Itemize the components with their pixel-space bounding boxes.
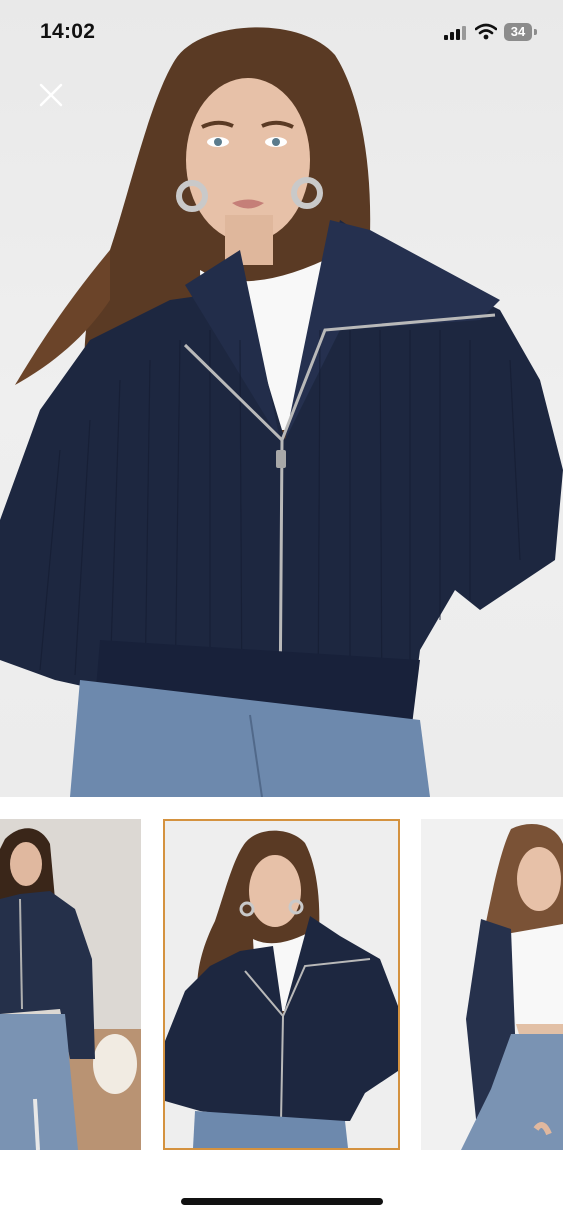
thumbnail-1[interactable] <box>0 819 141 1150</box>
status-time: 14:02 <box>40 20 96 43</box>
thumbnail-strip <box>0 797 563 1167</box>
wifi-icon <box>475 23 497 40</box>
product-photo-icon <box>0 27 563 797</box>
product-thumbnail-icon <box>165 821 398 1148</box>
product-main-image[interactable] <box>0 0 563 797</box>
close-button[interactable] <box>34 78 68 112</box>
product-thumbnail-icon <box>421 819 563 1150</box>
thumbnail-3[interactable] <box>421 819 563 1150</box>
battery-indicator: 34 <box>504 23 532 41</box>
status-bar: 14:02 34 <box>0 0 563 64</box>
thumbnail-2[interactable] <box>163 819 400 1150</box>
cellular-signal-icon <box>444 26 466 40</box>
product-thumbnail-icon <box>0 819 141 1150</box>
home-indicator[interactable] <box>181 1198 383 1205</box>
close-icon <box>39 83 63 107</box>
battery-cap-icon <box>534 29 537 35</box>
